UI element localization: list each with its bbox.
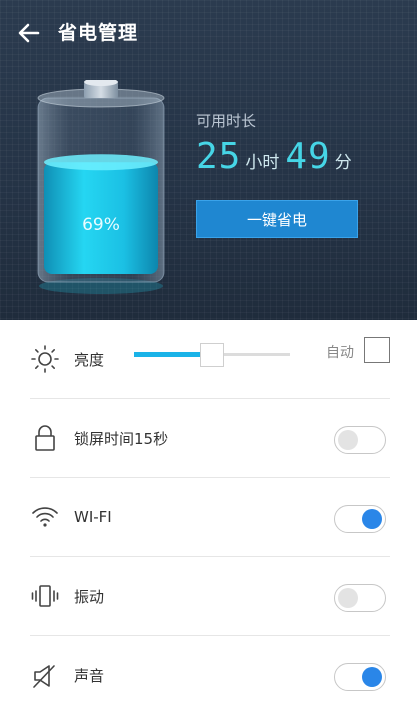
brightness-slider[interactable]	[134, 343, 290, 367]
wifi-label: WI-FI	[74, 508, 112, 526]
hours-value: 25	[196, 136, 242, 177]
wifi-toggle[interactable]	[334, 505, 386, 533]
lock-screen-row: 锁屏时间15秒	[30, 399, 390, 478]
back-arrow-icon[interactable]	[16, 20, 42, 46]
toggle-knob	[362, 509, 382, 529]
page-title: 省电管理	[58, 22, 139, 44]
toggle-knob	[362, 667, 382, 687]
available-time-label: 可用时长	[196, 112, 257, 130]
toggle-knob	[338, 430, 358, 450]
sound-row: 声音	[30, 636, 390, 708]
lock-screen-label: 锁屏时间15秒	[74, 429, 169, 448]
battery-percent: 69%	[82, 215, 120, 235]
brightness-sun-icon	[31, 345, 59, 373]
settings-list: 亮度 自动 锁屏时间15秒 WI-FI 振动 声音	[0, 320, 417, 708]
vibration-row: 振动	[30, 557, 390, 636]
wifi-icon	[32, 507, 58, 527]
speaker-icon	[33, 664, 55, 688]
brightness-row: 亮度 自动	[30, 320, 390, 399]
minutes-unit: 分	[334, 153, 352, 173]
vibration-toggle[interactable]	[334, 584, 386, 612]
lock-screen-toggle[interactable]	[334, 426, 386, 454]
one-click-save-button[interactable]: 一键省电	[196, 200, 358, 238]
app-header: 省电管理	[0, 0, 417, 64]
wifi-row: WI-FI	[30, 478, 390, 557]
vibration-label: 振动	[74, 587, 105, 606]
battery-panel: 省电管理 69% 可用时长 25 小时 49 分 一键省电	[0, 0, 417, 320]
sound-toggle[interactable]	[334, 663, 386, 691]
toggle-knob	[338, 588, 358, 608]
battery-icon: 69%	[37, 80, 165, 294]
available-time: 25 小时 49 分	[196, 136, 358, 177]
hours-unit: 小时	[245, 153, 280, 173]
vibration-icon	[31, 585, 59, 607]
lock-icon	[35, 425, 55, 451]
minutes-value: 49	[285, 136, 331, 177]
auto-brightness-checkbox[interactable]	[364, 337, 390, 363]
slider-thumb[interactable]	[200, 343, 224, 367]
brightness-label: 亮度	[74, 350, 105, 369]
auto-brightness-label: 自动	[326, 345, 354, 361]
sound-label: 声音	[74, 667, 105, 685]
